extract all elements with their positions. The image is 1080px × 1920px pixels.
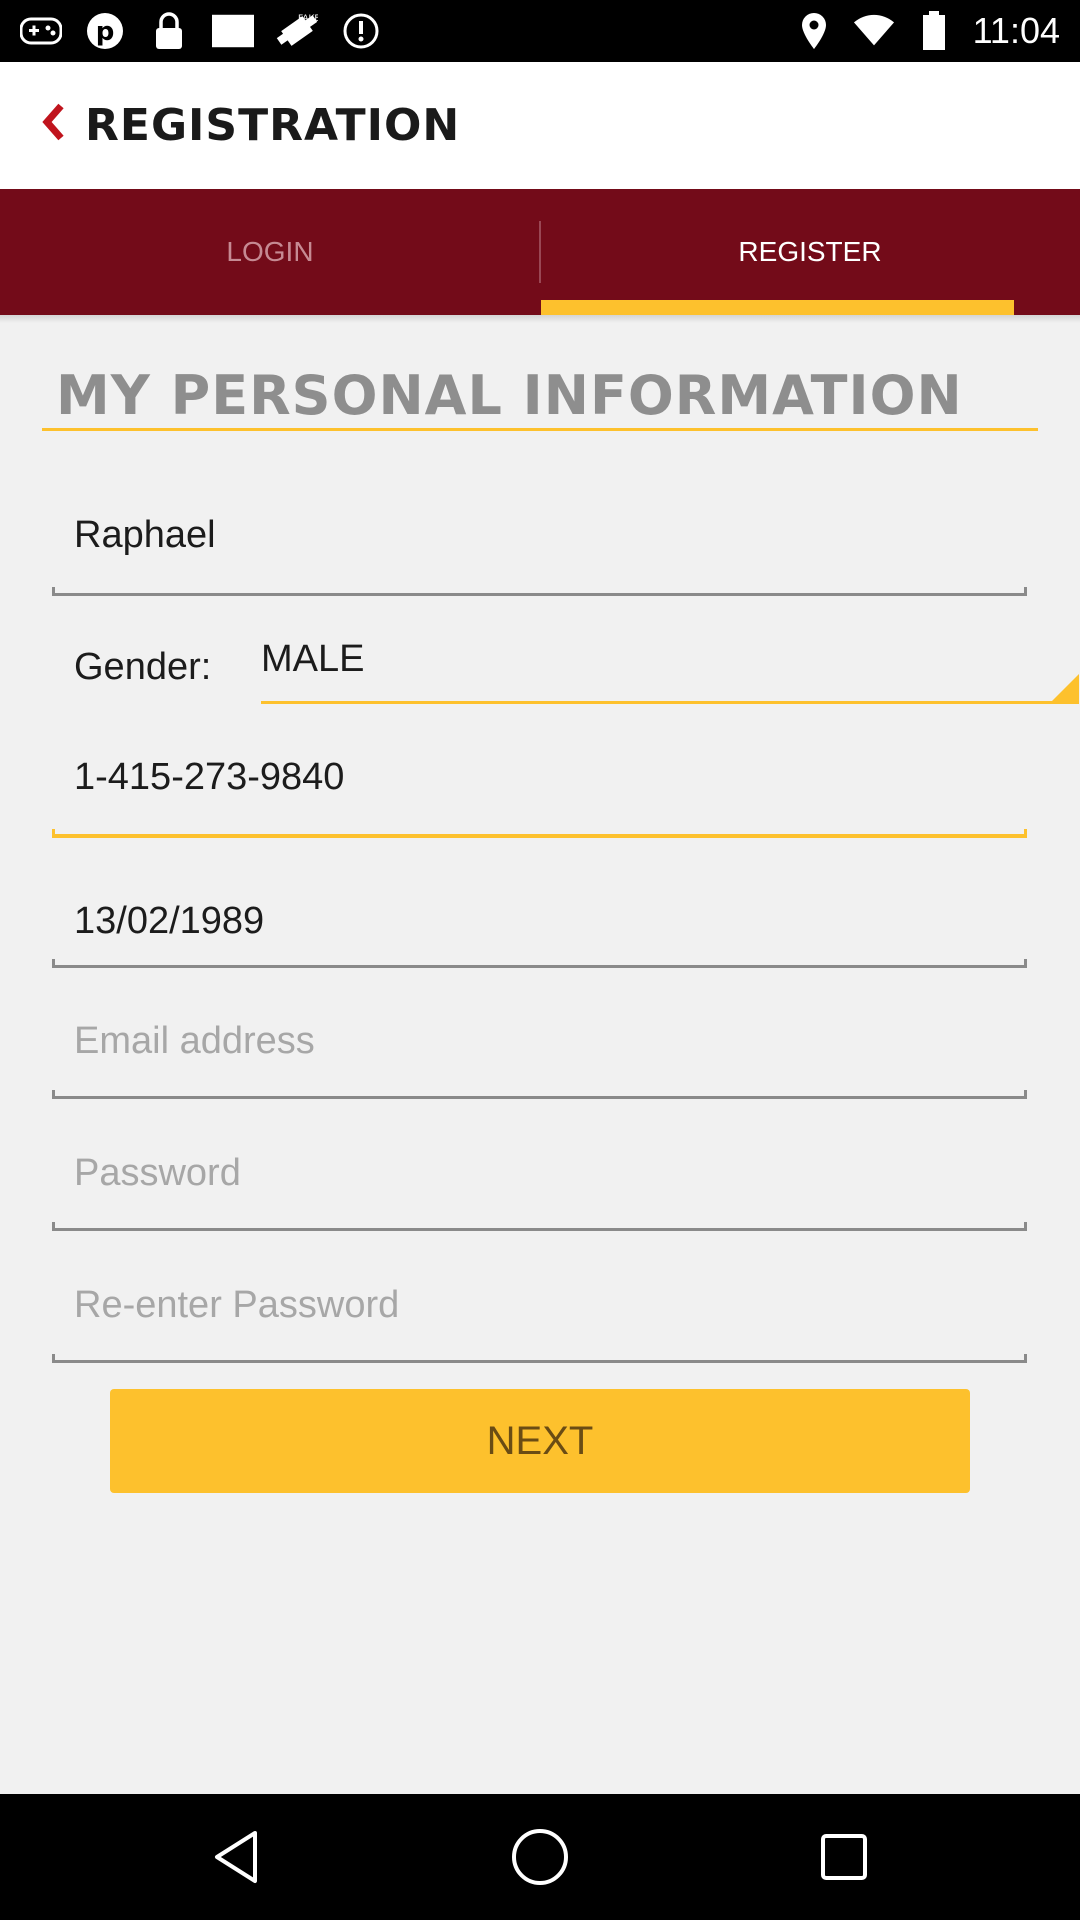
reenter-password-field[interactable]: Re-enter Password bbox=[52, 1280, 1027, 1364]
navigation-bar bbox=[0, 1794, 1080, 1920]
email-placeholder: Email address bbox=[74, 1020, 315, 1062]
chevron-left-icon bbox=[39, 102, 65, 147]
nav-back-button[interactable] bbox=[196, 1819, 276, 1899]
status-bar-system: 11:04 bbox=[793, 10, 1060, 52]
section-title: MY PERSONAL INFORMATION bbox=[56, 364, 963, 427]
status-bar-notifications: p FAKE bbox=[20, 10, 382, 52]
reenter-password-placeholder: Re-enter Password bbox=[74, 1284, 400, 1326]
pinterest-icon: p bbox=[84, 10, 126, 52]
password-field[interactable]: Password bbox=[52, 1148, 1027, 1232]
gender-label: Gender: bbox=[74, 646, 212, 688]
image-icon bbox=[212, 10, 254, 52]
dob-field[interactable]: 13/02/1989 bbox=[52, 896, 1027, 970]
section-divider bbox=[42, 428, 1038, 431]
gender-underline bbox=[261, 701, 1079, 704]
dob-underline bbox=[52, 959, 1027, 968]
lock-icon bbox=[148, 10, 190, 52]
wifi-icon bbox=[853, 10, 895, 52]
tab-bar: LOGIN REGISTER bbox=[0, 189, 1080, 315]
gender-value: MALE bbox=[261, 638, 365, 680]
email-field[interactable]: Email address bbox=[52, 1016, 1027, 1100]
fake-gps-icon: FAKE bbox=[276, 10, 318, 52]
password-underline bbox=[52, 1222, 1027, 1231]
battery-icon bbox=[913, 10, 955, 52]
tab-bar-shadow bbox=[0, 315, 1080, 323]
nav-home-button[interactable] bbox=[500, 1819, 580, 1899]
back-triangle-icon bbox=[211, 1829, 261, 1890]
reenter-password-underline bbox=[52, 1354, 1027, 1363]
recents-square-icon bbox=[819, 1832, 869, 1887]
gender-dropdown[interactable]: MALE bbox=[261, 628, 1079, 704]
tab-register[interactable]: REGISTER bbox=[540, 189, 1080, 315]
phone-underline bbox=[52, 829, 1027, 838]
update-icon bbox=[340, 10, 382, 52]
location-icon bbox=[793, 10, 835, 52]
dob-value: 13/02/1989 bbox=[74, 900, 265, 942]
gender-row: Gender: MALE bbox=[52, 628, 1079, 706]
name-value: Raphael bbox=[74, 514, 216, 556]
gamepad-icon bbox=[20, 10, 62, 52]
phone-field[interactable]: 1-415-273-9840 bbox=[52, 752, 1027, 840]
home-circle-icon bbox=[510, 1827, 570, 1892]
nav-recents-button[interactable] bbox=[804, 1819, 884, 1899]
status-bar: p FAKE 11:04 bbox=[0, 0, 1080, 62]
svg-text:FAKE: FAKE bbox=[298, 14, 318, 24]
svg-text:p: p bbox=[96, 17, 115, 47]
app-header: REGISTRATION bbox=[0, 62, 1080, 189]
password-placeholder: Password bbox=[74, 1152, 241, 1194]
tab-login[interactable]: LOGIN bbox=[0, 189, 540, 315]
active-tab-indicator bbox=[541, 300, 1014, 315]
next-button[interactable]: NEXT bbox=[110, 1389, 970, 1493]
dropdown-arrow-icon bbox=[1049, 674, 1079, 704]
name-field[interactable]: Raphael bbox=[52, 510, 1027, 596]
back-button[interactable] bbox=[22, 94, 82, 154]
phone-value: 1-415-273-9840 bbox=[74, 756, 345, 798]
status-time: 11:04 bbox=[972, 10, 1060, 51]
page-title: REGISTRATION bbox=[85, 100, 461, 151]
name-underline bbox=[52, 587, 1027, 596]
email-underline bbox=[52, 1090, 1027, 1099]
